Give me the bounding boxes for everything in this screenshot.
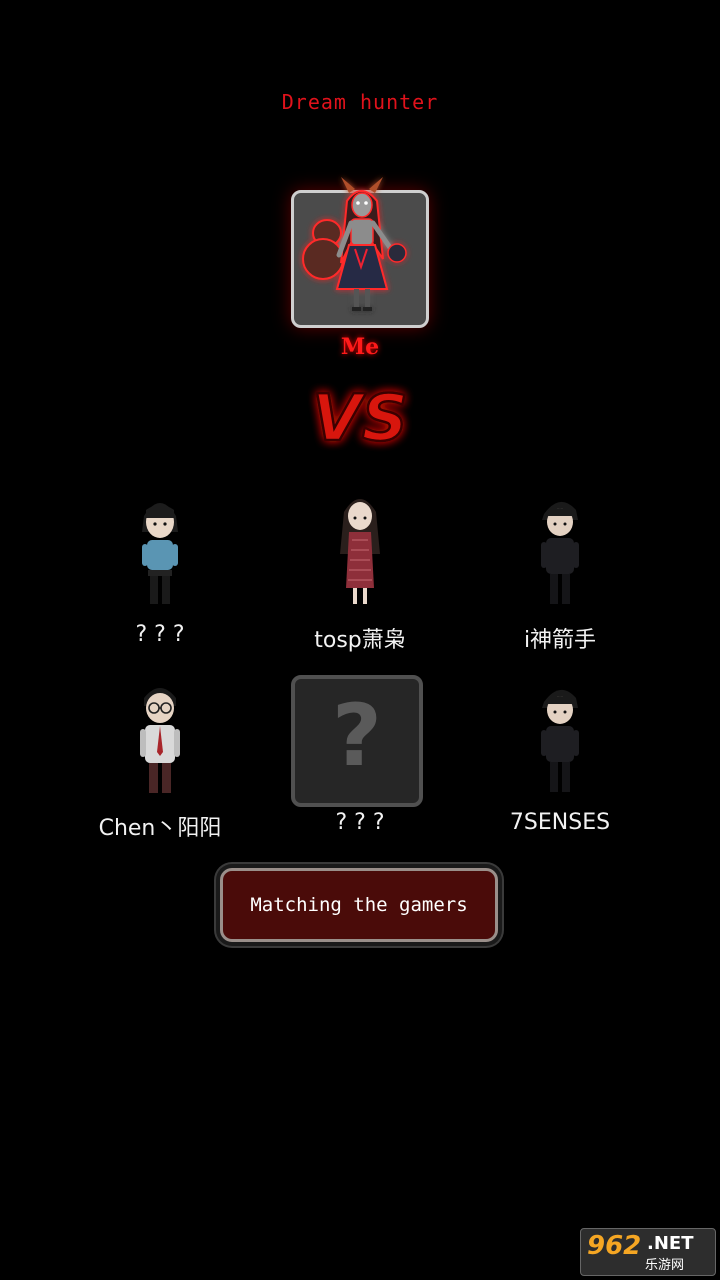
site-watermark-logo: 962 .NET 乐游网 <box>580 1228 716 1276</box>
player-name: i神箭手 <box>523 628 597 653</box>
versus-text: VS <box>312 382 408 456</box>
dark-uniform-boy-character-icon <box>541 689 579 792</box>
dark-uniform-boy-character-icon <box>541 501 579 604</box>
player-name: Chen丶阳阳 <box>98 816 222 841</box>
game-mode-title: Dream hunter <box>281 90 439 114</box>
player-name: ? ? ? <box>335 810 385 835</box>
glasses-man-character-icon <box>140 688 180 793</box>
player-name: 7SENSES <box>509 810 611 835</box>
player-slot-4: Chen丶阳阳 <box>60 676 260 866</box>
watermark-suffix: .NET <box>647 1233 694 1254</box>
hunter-avatar-card <box>291 177 429 328</box>
player-slot-3: i神箭手 <box>460 488 660 678</box>
player-name: ? ? ? <box>135 622 185 647</box>
player-slot-2: tosp萧枭 <box>260 488 460 678</box>
versus-emblem: VS <box>311 381 409 458</box>
player-slot-1: ? ? ? <box>60 488 260 678</box>
matching-status-button[interactable]: Matching the gamers <box>220 868 498 942</box>
schoolgirl-character-icon <box>142 503 178 604</box>
unknown-player-slot: ? <box>291 675 423 807</box>
demon-woman-avatar <box>302 177 407 311</box>
player-slot-6: 7SENSES <box>460 676 660 866</box>
watermark-subtitle: 乐游网 <box>645 1258 685 1273</box>
hunter-label: Me <box>340 334 380 360</box>
question-mark-icon: ? <box>332 686 382 786</box>
watermark-number: 962 <box>587 1231 642 1261</box>
player-slot-5: ? ? ? ? <box>260 675 460 866</box>
player-name: tosp萧枭 <box>314 628 406 653</box>
qipao-woman-character-icon <box>340 499 380 604</box>
